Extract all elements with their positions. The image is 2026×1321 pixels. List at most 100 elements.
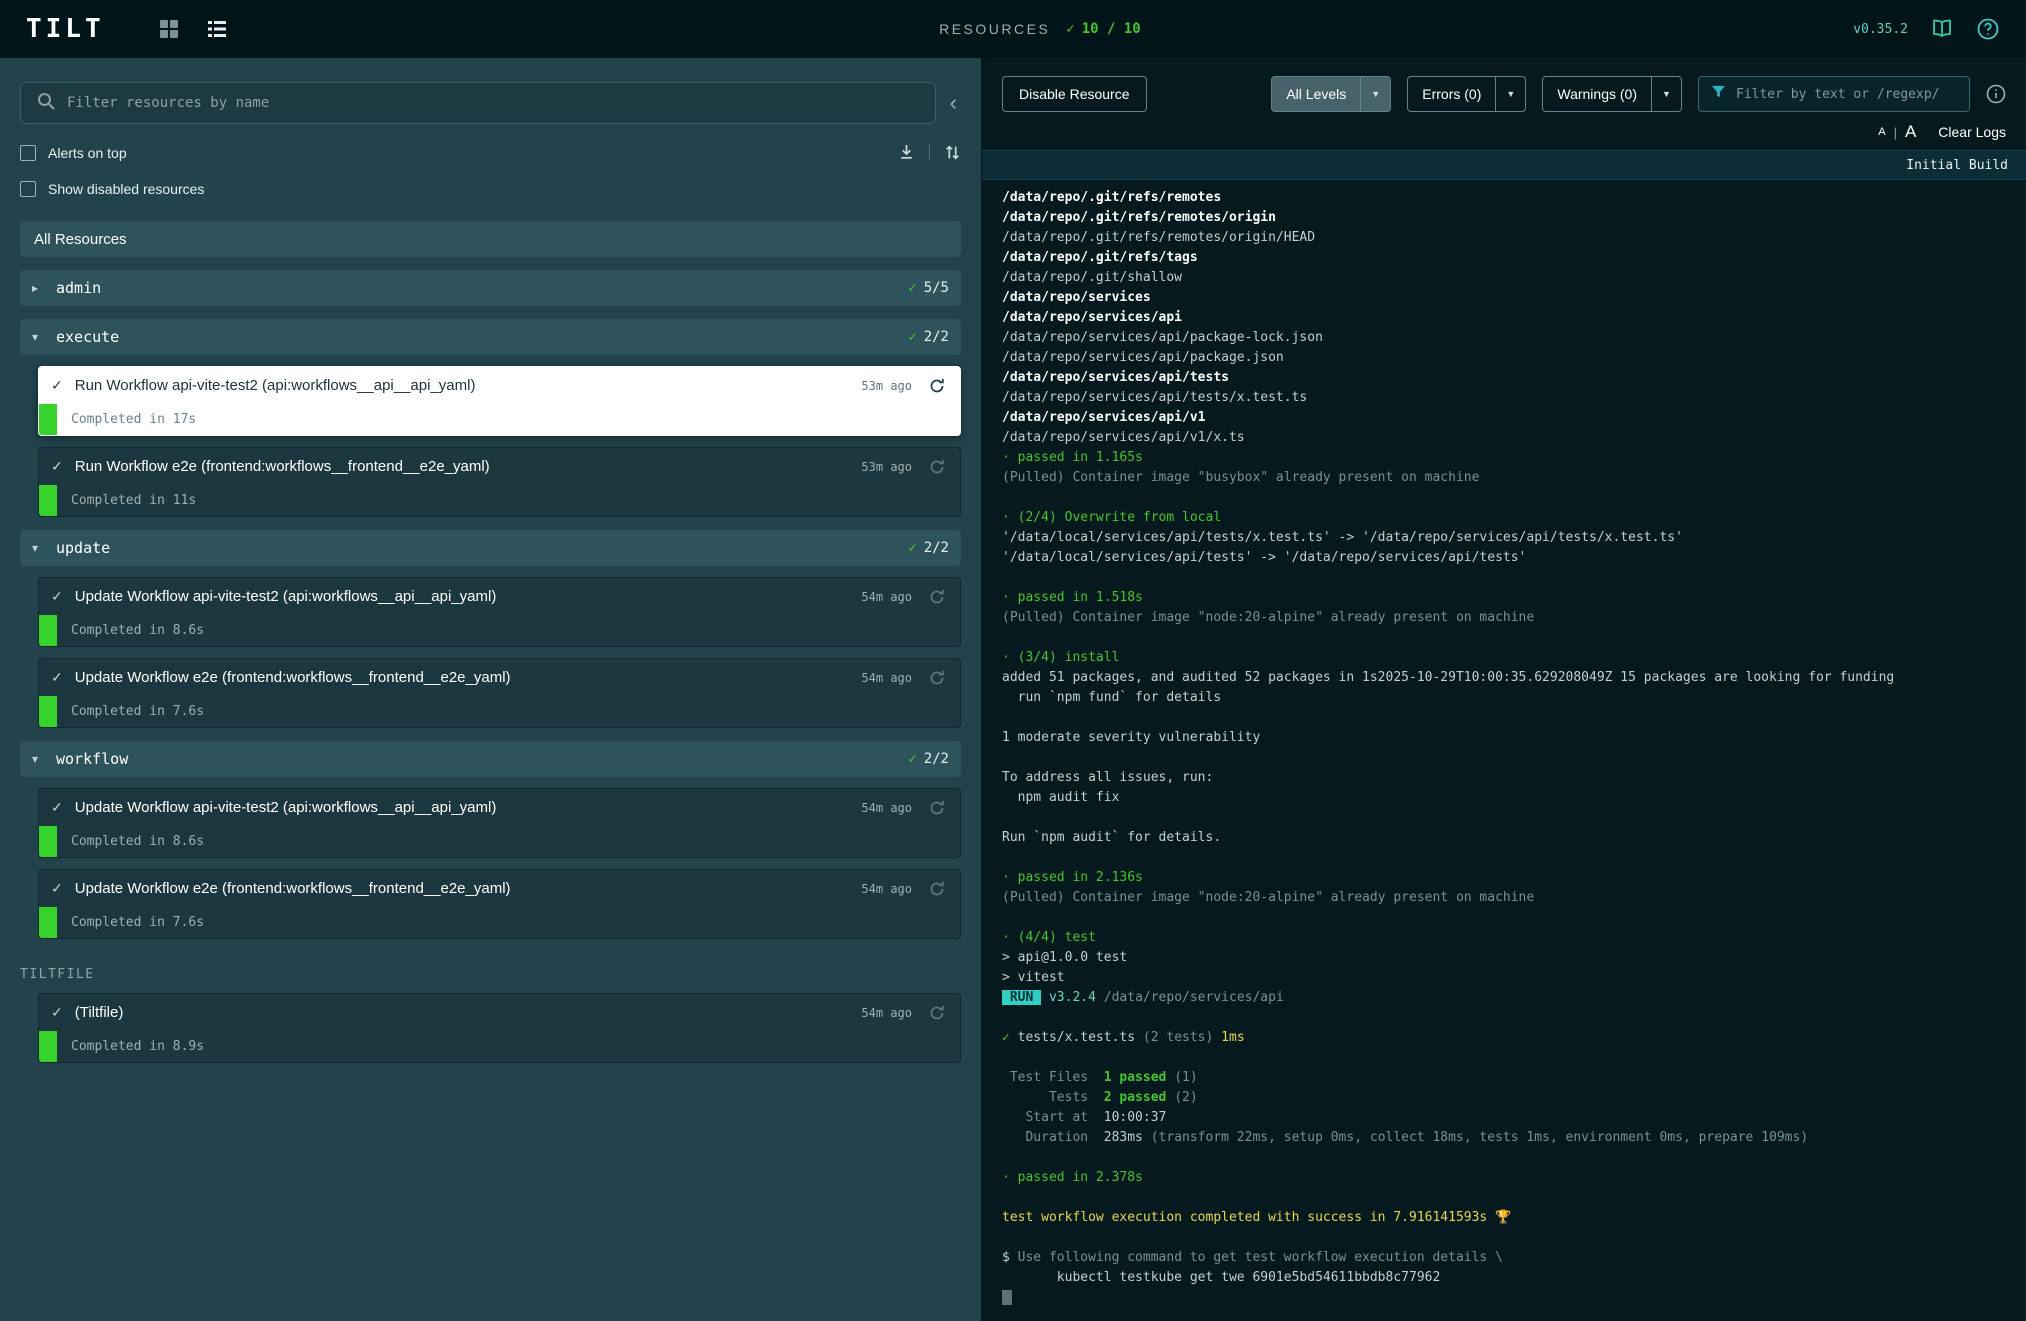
refresh-icon[interactable] [924,373,950,399]
resource-group-header[interactable]: ▾ workflow ✓2/2 [20,741,961,777]
log-segment: /data/repo/services/api [1096,990,1284,1005]
log-segment: · (2/4) Overwrite from local [1002,510,1221,525]
log-line: To address all issues, run: [1002,768,2026,788]
log-segment: · (3/4) install [1002,650,1119,665]
chevron-down-icon[interactable]: ▼ [1360,77,1390,111]
disable-resource-button[interactable]: Disable Resource [1002,76,1147,112]
log-line: $ Use following command to get test work… [1002,1248,2026,1268]
log-line [1002,708,2026,728]
log-segment [1041,990,1049,1005]
log-line [1002,1188,2026,1208]
list-view-icon[interactable] [207,19,227,39]
resource-item[interactable]: ✓ Update Workflow api-vite-test2 (api:wo… [38,577,961,647]
search-icon [37,92,55,115]
item-status-check-icon: ✓ [51,458,63,475]
build-status-bar [39,907,57,938]
log-line [1002,628,2026,648]
log-line: /data/repo/.git/refs/remotes [1002,188,2026,208]
log-segment: ✓ [1002,1030,1018,1045]
log-segment: Test Files [1002,1070,1104,1085]
log-line: /data/repo/.git/refs/remotes/origin [1002,208,2026,228]
clear-logs-button[interactable]: Clear Logs [1938,124,2006,140]
alerts-on-top-checkbox[interactable] [20,145,36,161]
docs-book-icon[interactable] [1930,17,1954,41]
errors-button[interactable]: Errors (0) [1408,77,1495,111]
refresh-icon[interactable] [924,876,950,902]
log-segment: /data/repo/.git/shallow [1002,270,1182,285]
app-header: TILT RESOURCES ✓10 / 10 v0.35.2 [0,0,2026,58]
log-line: · (3/4) install [1002,648,2026,668]
resource-group-header[interactable]: ▾ execute ✓2/2 [20,319,961,355]
show-disabled-checkbox[interactable] [20,181,36,197]
log-line: · (4/4) test [1002,928,2026,948]
check-icon: ✓ [1066,21,1074,37]
log-filter-input[interactable] [1736,87,1957,102]
chevron-down-icon[interactable]: ▼ [1651,77,1681,111]
item-status-row: Completed in 8.6s [39,615,960,646]
refresh-icon[interactable] [924,454,950,480]
all-levels-button[interactable]: All Levels [1272,77,1360,111]
log-segment: 10:00:37 [1104,1110,1167,1125]
log-output[interactable]: /data/repo/.git/refs/remotes/data/repo/.… [982,180,2026,1321]
resource-item[interactable]: ✓ Update Workflow e2e (frontend:workflow… [38,869,961,939]
resource-item[interactable]: ✓ Update Workflow api-vite-test2 (api:wo… [38,788,961,858]
group-count: 2/2 [924,540,949,556]
show-disabled-row: Show disabled resources [20,181,961,197]
refresh-icon[interactable] [924,1000,950,1026]
expand-groups-icon[interactable] [944,144,961,161]
collapse-groups-icon[interactable] [898,144,915,161]
resource-item[interactable]: ✓ (Tiltfile) 54m ago Completed in 8.9s [38,993,961,1063]
log-line: /data/repo/.git/shallow [1002,268,2026,288]
refresh-icon[interactable] [924,584,950,610]
log-line: /data/repo/services/api/v1/x.ts [1002,428,2026,448]
log-line [1002,748,2026,768]
log-line [1002,1148,2026,1168]
item-status-row: Completed in 8.9s [39,1031,960,1062]
item-title: Update Workflow api-vite-test2 (api:work… [75,588,850,605]
item-time: 54m ago [861,590,912,604]
log-segment: Run `npm audit` for details. [1002,830,1221,845]
font-decrease-button[interactable]: A [1878,126,1885,138]
log-segment: '/data/local/services/api/tests' -> '/da… [1002,550,1526,565]
log-line: Test Files 1 passed (1) [1002,1068,2026,1088]
font-increase-button[interactable]: A [1905,122,1916,142]
group-count: 2/2 [924,329,949,345]
refresh-icon[interactable] [924,795,950,821]
resource-item[interactable]: ✓ Update Workflow e2e (frontend:workflow… [38,658,961,728]
log-line [1002,908,2026,928]
chevron-down-icon[interactable]: ▼ [1495,77,1525,111]
item-status-text: Completed in 7.6s [71,915,204,930]
log-level-filter: All Levels ▼ [1271,76,1391,112]
log-segment: (2) [1166,1090,1197,1105]
log-line: '/data/local/services/api/tests' -> '/da… [1002,548,2026,568]
build-status-bar [39,615,57,646]
resource-item[interactable]: ✓ Run Workflow api-vite-test2 (api:workf… [38,366,961,436]
collapse-sidebar-button[interactable]: ‹ [946,92,961,114]
resource-group-header[interactable]: ▸ admin ✓5/5 [20,270,961,306]
item-title: Update Workflow e2e (frontend:workflows_… [75,880,850,897]
grid-view-icon[interactable] [159,19,179,39]
resource-item[interactable]: ✓ Run Workflow e2e (frontend:workflows__… [38,447,961,517]
help-icon[interactable] [1976,17,2000,41]
resource-group: ▾ workflow ✓2/2 ✓ Update Workflow api-vi… [20,741,961,939]
log-line: (Pulled) Container image "busybox" alrea… [1002,468,2026,488]
log-controls: A | A Clear Logs [982,120,2026,150]
all-resources-button[interactable]: All Resources [20,221,961,257]
item-time: 54m ago [861,882,912,896]
item-status-row: Completed in 11s [39,485,960,516]
alerts-on-top-row: Alerts on top [20,144,961,161]
resource-group: ▸ admin ✓5/5 [20,270,961,306]
item-status-check-icon: ✓ [51,880,63,897]
resource-filter-input[interactable] [67,95,919,111]
tilt-logo[interactable]: TILT [26,14,105,44]
log-line: · (2/4) Overwrite from local [1002,508,2026,528]
tiltfile-section-label: TILTFILE [20,967,961,982]
log-segment: > api@1.0.0 test [1002,950,1127,965]
log-line: npm audit fix [1002,788,2026,808]
refresh-icon[interactable] [924,665,950,691]
tiltfile-item-slot: ✓ (Tiltfile) 54m ago Completed in 8.9s [20,982,961,1063]
item-status-text: Completed in 8.6s [71,834,204,849]
warnings-button[interactable]: Warnings (0) [1543,77,1651,111]
resource-group-header[interactable]: ▾ update ✓2/2 [20,530,961,566]
info-icon[interactable] [1986,84,2006,104]
